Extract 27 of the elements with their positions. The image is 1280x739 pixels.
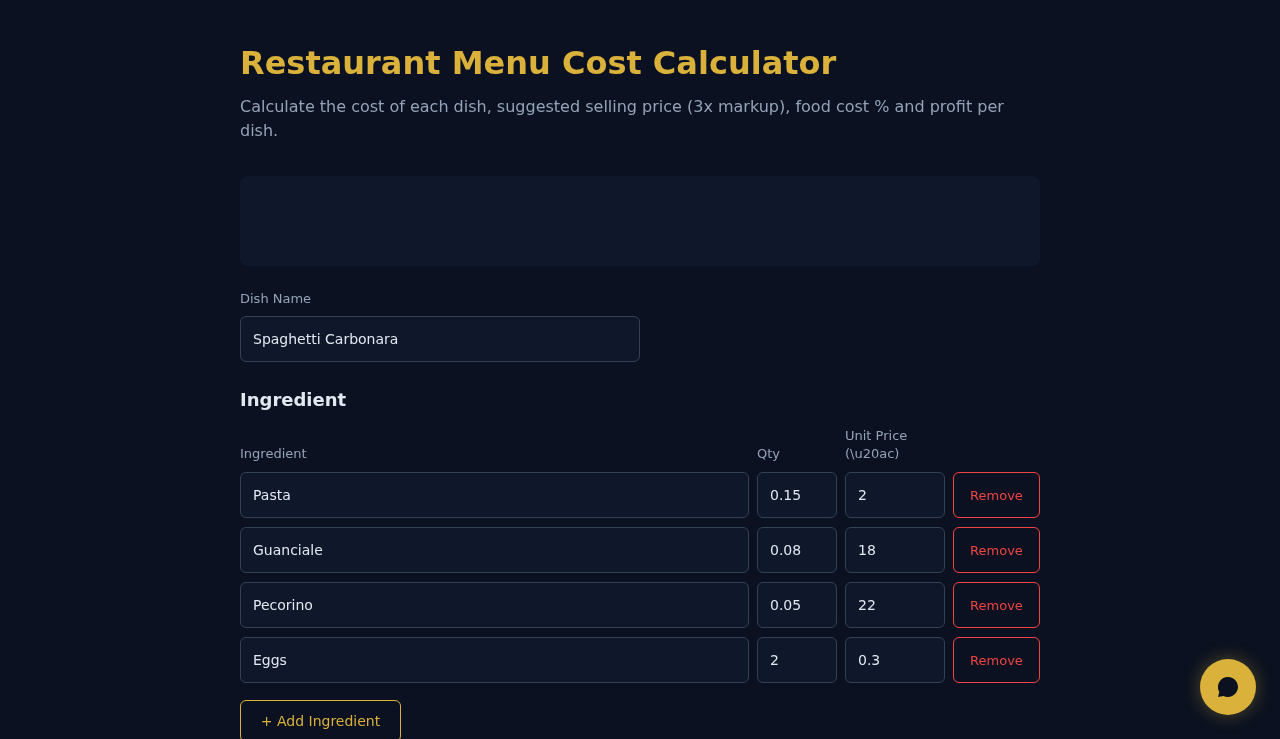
page-title: Restaurant Menu Cost Calculator xyxy=(240,43,837,83)
dish-name-input[interactable]: Spaghetti Carbonara xyxy=(240,316,640,362)
section-heading: Ingredient xyxy=(240,388,347,412)
qty-input[interactable]: 0.15 xyxy=(757,472,837,518)
ingredient-name-input[interactable]: Guanciale xyxy=(240,527,749,573)
unit-price-input[interactable]: 18 xyxy=(845,527,945,573)
remove-button[interactable]: Remove xyxy=(953,527,1040,573)
chat-icon xyxy=(1218,677,1238,697)
unit-price-input[interactable]: 22 xyxy=(845,582,945,628)
page-subtitle: Calculate the cost of each dish, suggested selling price (3x markup), food cost % and profit per dish. xyxy=(240,96,1005,142)
add-ingredient-button[interactable]: + Add Ingredient xyxy=(240,700,401,739)
column-header: Ingredient xyxy=(240,445,308,463)
chat-button[interactable] xyxy=(1200,659,1256,715)
ingredient-name-input[interactable]: Pecorino xyxy=(240,582,749,628)
unit-price-input[interactable]: 2 xyxy=(845,472,945,518)
remove-button[interactable]: Remove xyxy=(953,582,1040,628)
unit-price-input[interactable]: 0.3 xyxy=(845,637,945,683)
qty-input[interactable]: 0.08 xyxy=(757,527,837,573)
qty-input[interactable]: 0.05 xyxy=(757,582,837,628)
ingredient-name-input[interactable]: Pasta xyxy=(240,472,749,518)
column-header: Qty xyxy=(757,445,782,463)
remove-button[interactable]: Remove xyxy=(953,472,1040,518)
remove-button[interactable]: Remove xyxy=(953,637,1040,683)
qty-input[interactable]: 2 xyxy=(757,637,837,683)
column-header: Unit Price (\u20ac) xyxy=(845,427,909,463)
dish-name-label: Dish Name xyxy=(240,290,313,308)
ingredient-name-input[interactable]: Eggs xyxy=(240,637,749,683)
